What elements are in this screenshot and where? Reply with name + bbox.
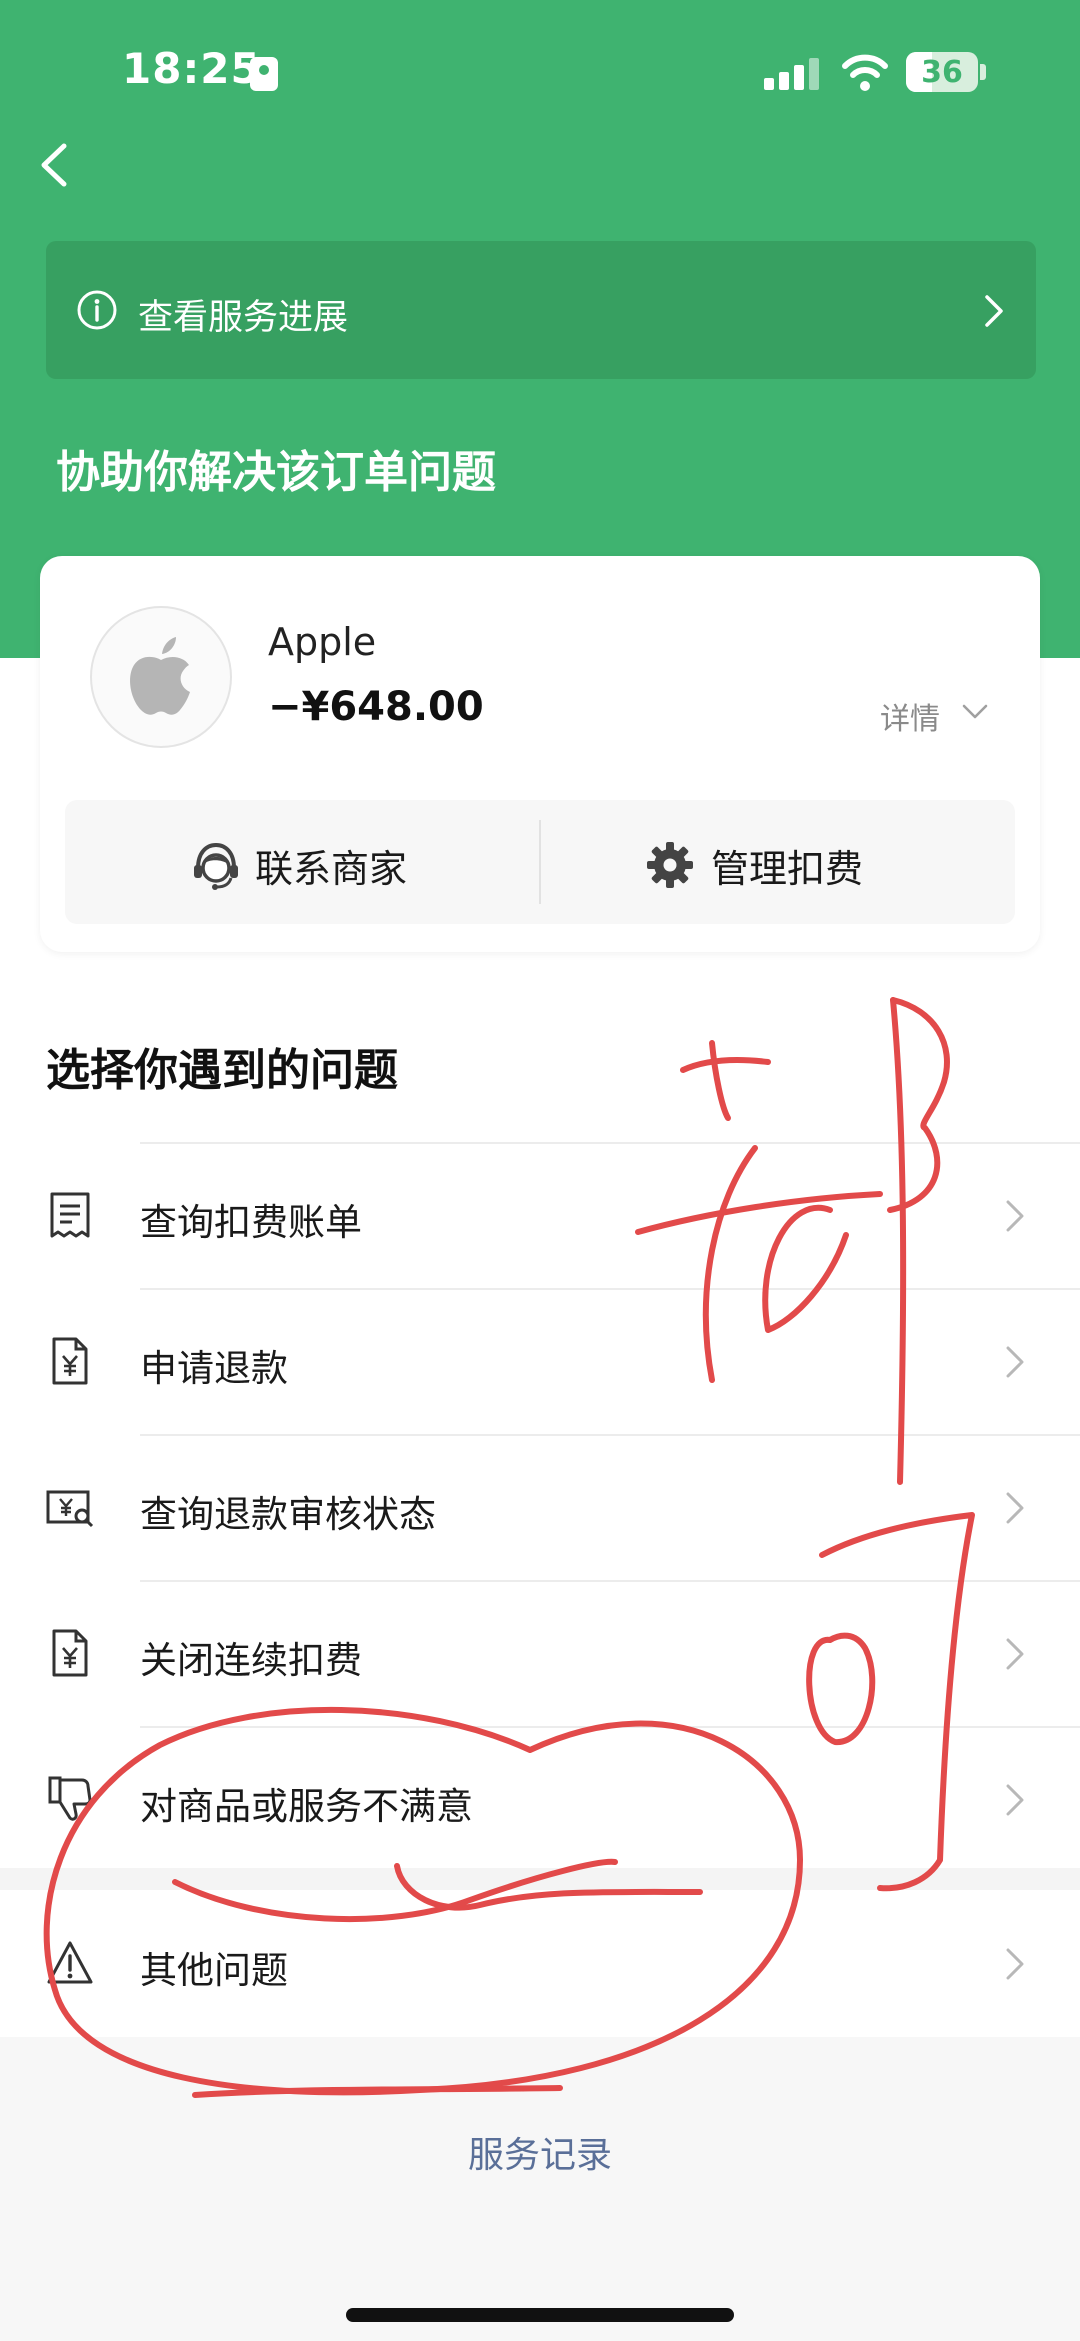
chevron-right-icon bbox=[1006, 1638, 1024, 1670]
chevron-right-icon bbox=[1006, 1948, 1024, 1980]
merchant-action-bar: 联系商家 管理扣费 bbox=[65, 800, 1015, 924]
issue-label: 申请退款 bbox=[140, 1347, 288, 1390]
wifi-icon bbox=[842, 54, 888, 91]
back-arrow-icon[interactable] bbox=[30, 130, 80, 200]
row-divider bbox=[140, 1434, 1080, 1436]
banner-label: 查看服务进展 bbox=[138, 298, 349, 338]
details-toggle[interactable]: 详情 bbox=[880, 694, 940, 738]
apple-logo-icon bbox=[130, 637, 190, 715]
issue-close-subscription[interactable]: 关闭连续扣费 bbox=[0, 1580, 1080, 1726]
contact-merchant-label: 联系商家 bbox=[255, 847, 408, 891]
gear-icon bbox=[647, 842, 693, 888]
merchant-card: Apple −¥648.00 详情 联系商家 管理扣费 bbox=[40, 556, 1040, 952]
merchant-avatar bbox=[90, 606, 232, 748]
status-bar: 18:25 36 bbox=[0, 0, 1080, 150]
subscription-document-icon bbox=[52, 1629, 88, 1677]
chevron-right-icon bbox=[1006, 1346, 1024, 1378]
info-icon bbox=[77, 290, 117, 330]
section-gap bbox=[0, 1868, 1080, 1890]
issue-label: 查询扣费账单 bbox=[140, 1201, 362, 1244]
row-divider bbox=[140, 1726, 1080, 1728]
issue-refund-status[interactable]: 查询退款审核状态 bbox=[0, 1434, 1080, 1580]
issue-other[interactable]: 其他问题 bbox=[0, 1890, 1080, 2036]
page-title: 协助你解决该订单问题 bbox=[56, 447, 496, 498]
customer-service-icon bbox=[194, 842, 238, 890]
chevron-right-icon bbox=[985, 295, 1003, 327]
issue-query-bill[interactable]: 查询扣费账单 bbox=[0, 1142, 1080, 1288]
home-indicator bbox=[346, 2308, 734, 2322]
chevron-right-icon bbox=[1006, 1492, 1024, 1524]
refund-review-icon bbox=[46, 1490, 94, 1528]
chevron-down-icon[interactable] bbox=[960, 702, 990, 722]
issue-label: 关闭连续扣费 bbox=[140, 1639, 362, 1682]
issue-label: 其他问题 bbox=[140, 1949, 288, 1992]
warning-icon bbox=[47, 1941, 93, 1984]
issue-unsatisfied[interactable]: 对商品或服务不满意 bbox=[0, 1726, 1080, 1872]
charge-amount: −¥648.00 bbox=[268, 684, 484, 730]
cellular-signal-icon bbox=[764, 56, 824, 90]
row-divider bbox=[140, 1142, 1080, 1144]
battery-indicator: 36 bbox=[906, 52, 978, 92]
row-divider bbox=[140, 1580, 1080, 1582]
battery-cap bbox=[980, 64, 986, 80]
issue-apply-refund[interactable]: 申请退款 bbox=[0, 1288, 1080, 1434]
issue-label: 对商品或服务不满意 bbox=[140, 1785, 473, 1828]
contact-card-icon bbox=[250, 57, 278, 91]
contact-merchant-button[interactable]: 联系商家 bbox=[65, 800, 539, 924]
issue-label: 查询退款审核状态 bbox=[140, 1493, 436, 1536]
row-divider bbox=[140, 1288, 1080, 1290]
manage-deduction-label: 管理扣费 bbox=[711, 847, 864, 891]
manage-deduction-button[interactable]: 管理扣费 bbox=[541, 800, 1015, 924]
thumbs-down-icon bbox=[48, 1776, 92, 1821]
service-record-link[interactable]: 服务记录 bbox=[0, 2126, 1080, 2178]
status-time: 18:25 bbox=[122, 44, 261, 93]
battery-percentage: 36 bbox=[921, 55, 963, 90]
merchant-name: Apple bbox=[268, 620, 377, 664]
refund-document-icon bbox=[52, 1337, 88, 1385]
receipt-icon bbox=[50, 1192, 90, 1238]
chevron-right-icon bbox=[1006, 1200, 1024, 1232]
chevron-right-icon bbox=[1006, 1784, 1024, 1816]
service-progress-banner[interactable]: 查看服务进展 bbox=[46, 241, 1036, 379]
issue-section-title: 选择你遇到的问题 bbox=[46, 1045, 398, 1096]
